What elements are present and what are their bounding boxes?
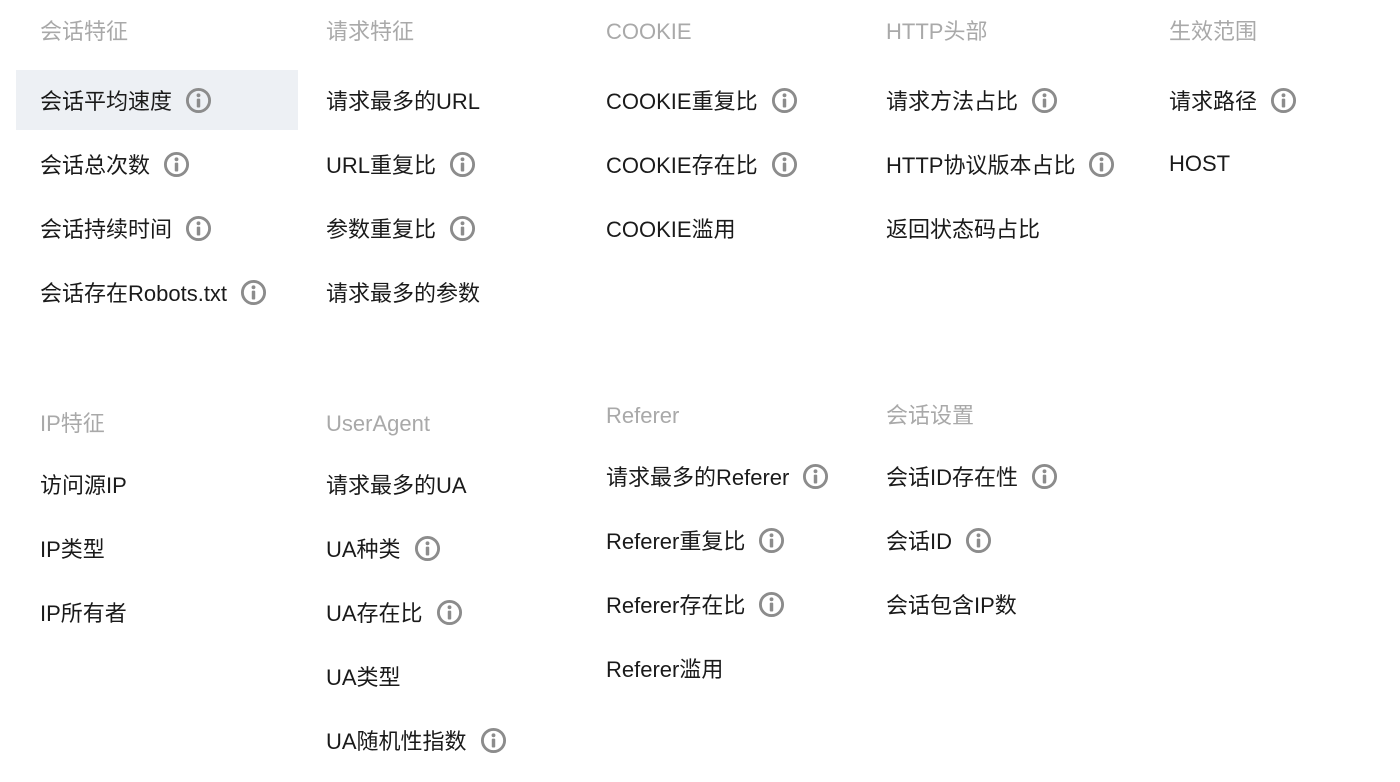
feature-item[interactable]: UA种类 xyxy=(302,518,441,578)
feature-item-label: 请求最多的Referer xyxy=(606,465,790,490)
feature-item-label: 会话总次数 xyxy=(40,153,151,178)
info-circle-icon[interactable] xyxy=(802,463,829,490)
feature-item-label: 请求最多的UA xyxy=(326,473,467,498)
info-circle-icon[interactable] xyxy=(185,215,212,242)
feature-item-label: Referer重复比 xyxy=(606,529,746,554)
info-circle-icon[interactable] xyxy=(1270,87,1297,114)
feature-item-label: 请求最多的参数 xyxy=(326,281,481,306)
feature-item[interactable]: UA存在比 xyxy=(302,582,463,642)
feature-item[interactable]: 返回状态码占比 xyxy=(862,198,1040,258)
info-circle-icon[interactable] xyxy=(414,535,441,562)
info-circle-icon[interactable] xyxy=(1031,87,1058,114)
info-circle-icon[interactable] xyxy=(163,151,190,178)
group-title: 会话特征 xyxy=(40,19,129,44)
info-circle-icon[interactable] xyxy=(1088,151,1115,178)
info-circle-icon[interactable] xyxy=(449,151,476,178)
feature-item-label: URL重复比 xyxy=(326,153,437,178)
group-title: COOKIE xyxy=(606,19,692,44)
feature-item-label: COOKIE存在比 xyxy=(606,153,758,178)
feature-item-label: 会话存在Robots.txt xyxy=(40,281,228,306)
feature-item-label: UA类型 xyxy=(326,665,401,690)
feature-item[interactable]: 请求最多的URL xyxy=(302,70,480,130)
feature-item-label: Referer滥用 xyxy=(606,657,724,682)
feature-item[interactable]: UA随机性指数 xyxy=(302,710,507,770)
info-circle-icon[interactable] xyxy=(965,527,992,554)
feature-item-label: 请求最多的URL xyxy=(326,89,481,114)
feature-item-label: 会话包含IP数 xyxy=(886,593,1017,618)
feature-item-label: 会话平均速度 xyxy=(40,89,173,114)
feature-item-label: UA随机性指数 xyxy=(326,729,467,754)
info-circle-icon[interactable] xyxy=(771,87,798,114)
feature-item[interactable]: COOKIE存在比 xyxy=(582,134,798,194)
feature-item-label: IP所有者 xyxy=(40,601,127,626)
feature-item[interactable]: UA类型 xyxy=(302,646,401,706)
feature-item[interactable]: HTTP协议版本占比 xyxy=(862,134,1115,194)
feature-item[interactable]: 参数重复比 xyxy=(302,198,476,258)
info-circle-icon[interactable] xyxy=(449,215,476,242)
feature-item[interactable]: COOKIE滥用 xyxy=(582,198,736,258)
feature-item[interactable]: Referer重复比 xyxy=(582,510,785,570)
info-circle-icon[interactable] xyxy=(771,151,798,178)
feature-item[interactable]: IP所有者 xyxy=(16,582,127,642)
info-circle-icon[interactable] xyxy=(480,727,507,754)
feature-item-label: HOST xyxy=(1169,151,1231,176)
feature-item-selected[interactable]: 会话平均速度 xyxy=(16,70,298,130)
feature-item-label: 请求方法占比 xyxy=(886,89,1019,114)
feature-item-label: UA存在比 xyxy=(326,601,423,626)
feature-item-label: 会话ID xyxy=(886,529,953,554)
feature-item[interactable]: HOST xyxy=(1145,134,1230,194)
feature-item[interactable]: COOKIE重复比 xyxy=(582,70,798,130)
feature-item[interactable]: Referer滥用 xyxy=(582,638,723,698)
feature-item-label: COOKIE滥用 xyxy=(606,217,736,242)
feature-item[interactable]: 会话ID存在性 xyxy=(862,446,1058,506)
feature-item[interactable]: 会话持续时间 xyxy=(16,198,212,258)
feature-item-label: 会话ID存在性 xyxy=(886,465,1019,490)
feature-item-label: 访问源IP xyxy=(40,473,127,498)
feature-item-label: COOKIE重复比 xyxy=(606,89,758,114)
feature-item[interactable]: 会话ID xyxy=(862,510,992,570)
feature-item[interactable]: IP类型 xyxy=(16,518,105,578)
feature-item[interactable]: URL重复比 xyxy=(302,134,476,194)
feature-item[interactable]: 请求路径 xyxy=(1145,70,1297,130)
group-title: HTTP头部 xyxy=(886,19,988,44)
feature-item-label: HTTP协议版本占比 xyxy=(886,153,1076,178)
feature-item[interactable]: 会话存在Robots.txt xyxy=(16,262,267,322)
feature-item-label: UA种类 xyxy=(326,537,401,562)
info-circle-icon[interactable] xyxy=(758,591,785,618)
feature-item[interactable]: Referer存在比 xyxy=(582,574,785,634)
group-title: 生效范围 xyxy=(1169,19,1258,44)
info-circle-icon[interactable] xyxy=(185,87,212,114)
feature-item[interactable]: 会话包含IP数 xyxy=(862,574,1017,634)
group-title: UserAgent xyxy=(326,411,430,436)
feature-item-label: 请求路径 xyxy=(1169,89,1258,114)
feature-item[interactable]: 访问源IP xyxy=(16,454,127,514)
feature-item-label: IP类型 xyxy=(40,537,105,562)
group-title: 会话设置 xyxy=(886,403,975,428)
group-title: Referer xyxy=(606,403,680,428)
info-circle-icon[interactable] xyxy=(1031,463,1058,490)
feature-item-label: 参数重复比 xyxy=(326,217,437,242)
feature-item[interactable]: 请求最多的UA xyxy=(302,454,467,514)
info-circle-icon[interactable] xyxy=(240,279,267,306)
info-circle-icon[interactable] xyxy=(758,527,785,554)
feature-item[interactable]: 会话总次数 xyxy=(16,134,190,194)
group-title: 请求特征 xyxy=(326,19,415,44)
feature-item-label: 会话持续时间 xyxy=(40,217,173,242)
info-circle-icon[interactable] xyxy=(436,599,463,626)
feature-item-label: Referer存在比 xyxy=(606,593,746,618)
feature-item[interactable]: 请求最多的参数 xyxy=(302,262,480,322)
feature-item-label: 返回状态码占比 xyxy=(886,217,1041,242)
feature-item[interactable]: 请求方法占比 xyxy=(862,70,1058,130)
group-title: IP特征 xyxy=(40,411,105,436)
feature-item[interactable]: 请求最多的Referer xyxy=(582,446,829,506)
